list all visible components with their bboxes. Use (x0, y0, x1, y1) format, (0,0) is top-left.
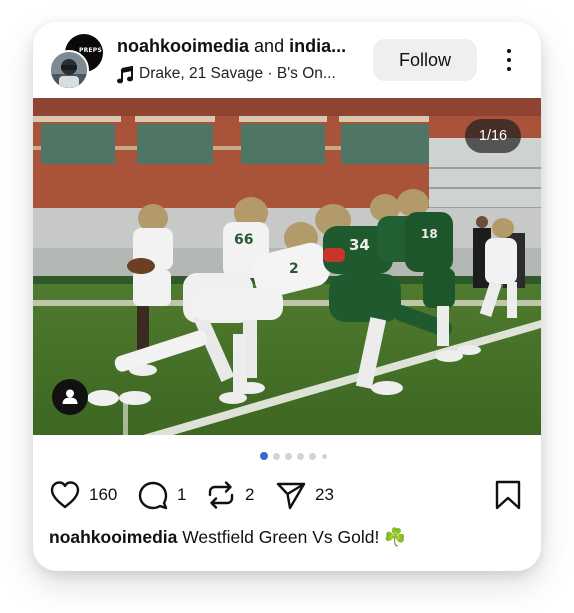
svg-text:66: 66 (234, 232, 253, 248)
person-tag-icon[interactable] (52, 379, 88, 415)
coauthor-avatars[interactable]: PREPS (49, 34, 105, 90)
post-card: PREPS noahkooimedia and india... Drake, … (33, 22, 541, 571)
author-username[interactable]: noahkooimedia (117, 36, 249, 56)
comment-button[interactable]: 1 (137, 477, 191, 513)
action-bar: 160 1 2 23 (33, 477, 541, 513)
coauthor-username[interactable]: india... (289, 36, 346, 56)
like-button[interactable]: 160 (49, 477, 123, 513)
authors-conjunction: and (254, 36, 285, 56)
heart-icon (50, 481, 80, 509)
stage: PREPS noahkooimedia and india... Drake, … (0, 0, 574, 613)
svg-text:18: 18 (421, 227, 438, 241)
carousel-dot (285, 453, 292, 460)
comment-count: 1 (177, 485, 187, 504)
music-track: Drake, 21 Savage · B's On... (139, 65, 336, 82)
post-header: PREPS noahkooimedia and india... Drake, … (33, 22, 541, 98)
person-tag-glyph (62, 389, 78, 404)
carousel-indicator (33, 452, 541, 462)
carousel-dot (309, 453, 316, 460)
author-avatar[interactable] (49, 50, 89, 90)
follow-button[interactable]: Follow (373, 39, 477, 81)
more-icon[interactable] (499, 46, 519, 74)
carousel-dot (322, 454, 327, 459)
music-attribution[interactable]: Drake, 21 Savage · B's On... (117, 65, 369, 85)
bookmark-icon[interactable] (493, 479, 523, 511)
bookmark-glyph (495, 480, 521, 510)
carousel-dot-active (260, 452, 268, 460)
repost-count: 2 (245, 485, 255, 504)
carousel-dot (297, 453, 304, 460)
like-count: 160 (89, 485, 118, 504)
image-counter: 1/16 (465, 119, 521, 153)
caption-text: Westfield Green Vs Gold! ☘️ (182, 527, 407, 547)
post-authors[interactable]: noahkooimedia and india... (117, 36, 369, 57)
repost-button[interactable]: 2 (205, 477, 265, 513)
post-image[interactable]: 66 2 34 18 1/16 (33, 98, 541, 435)
repost-icon (208, 481, 234, 509)
football-scene: 66 2 34 18 (33, 98, 541, 435)
share-count: 23 (315, 485, 334, 504)
author-avatar-photo (51, 52, 87, 88)
share-icon (276, 482, 306, 510)
music-icon (117, 66, 133, 84)
caption-username[interactable]: noahkooimedia (49, 527, 177, 547)
post-caption: noahkooimedia Westfield Green Vs Gold! ☘… (49, 527, 519, 548)
carousel-dot (273, 453, 280, 460)
comment-icon (138, 481, 168, 510)
svg-text:2: 2 (289, 261, 299, 277)
svg-text:34: 34 (349, 236, 370, 254)
coauthor-avatar-text: PREPS (79, 47, 102, 54)
share-button[interactable]: 23 (275, 477, 345, 513)
